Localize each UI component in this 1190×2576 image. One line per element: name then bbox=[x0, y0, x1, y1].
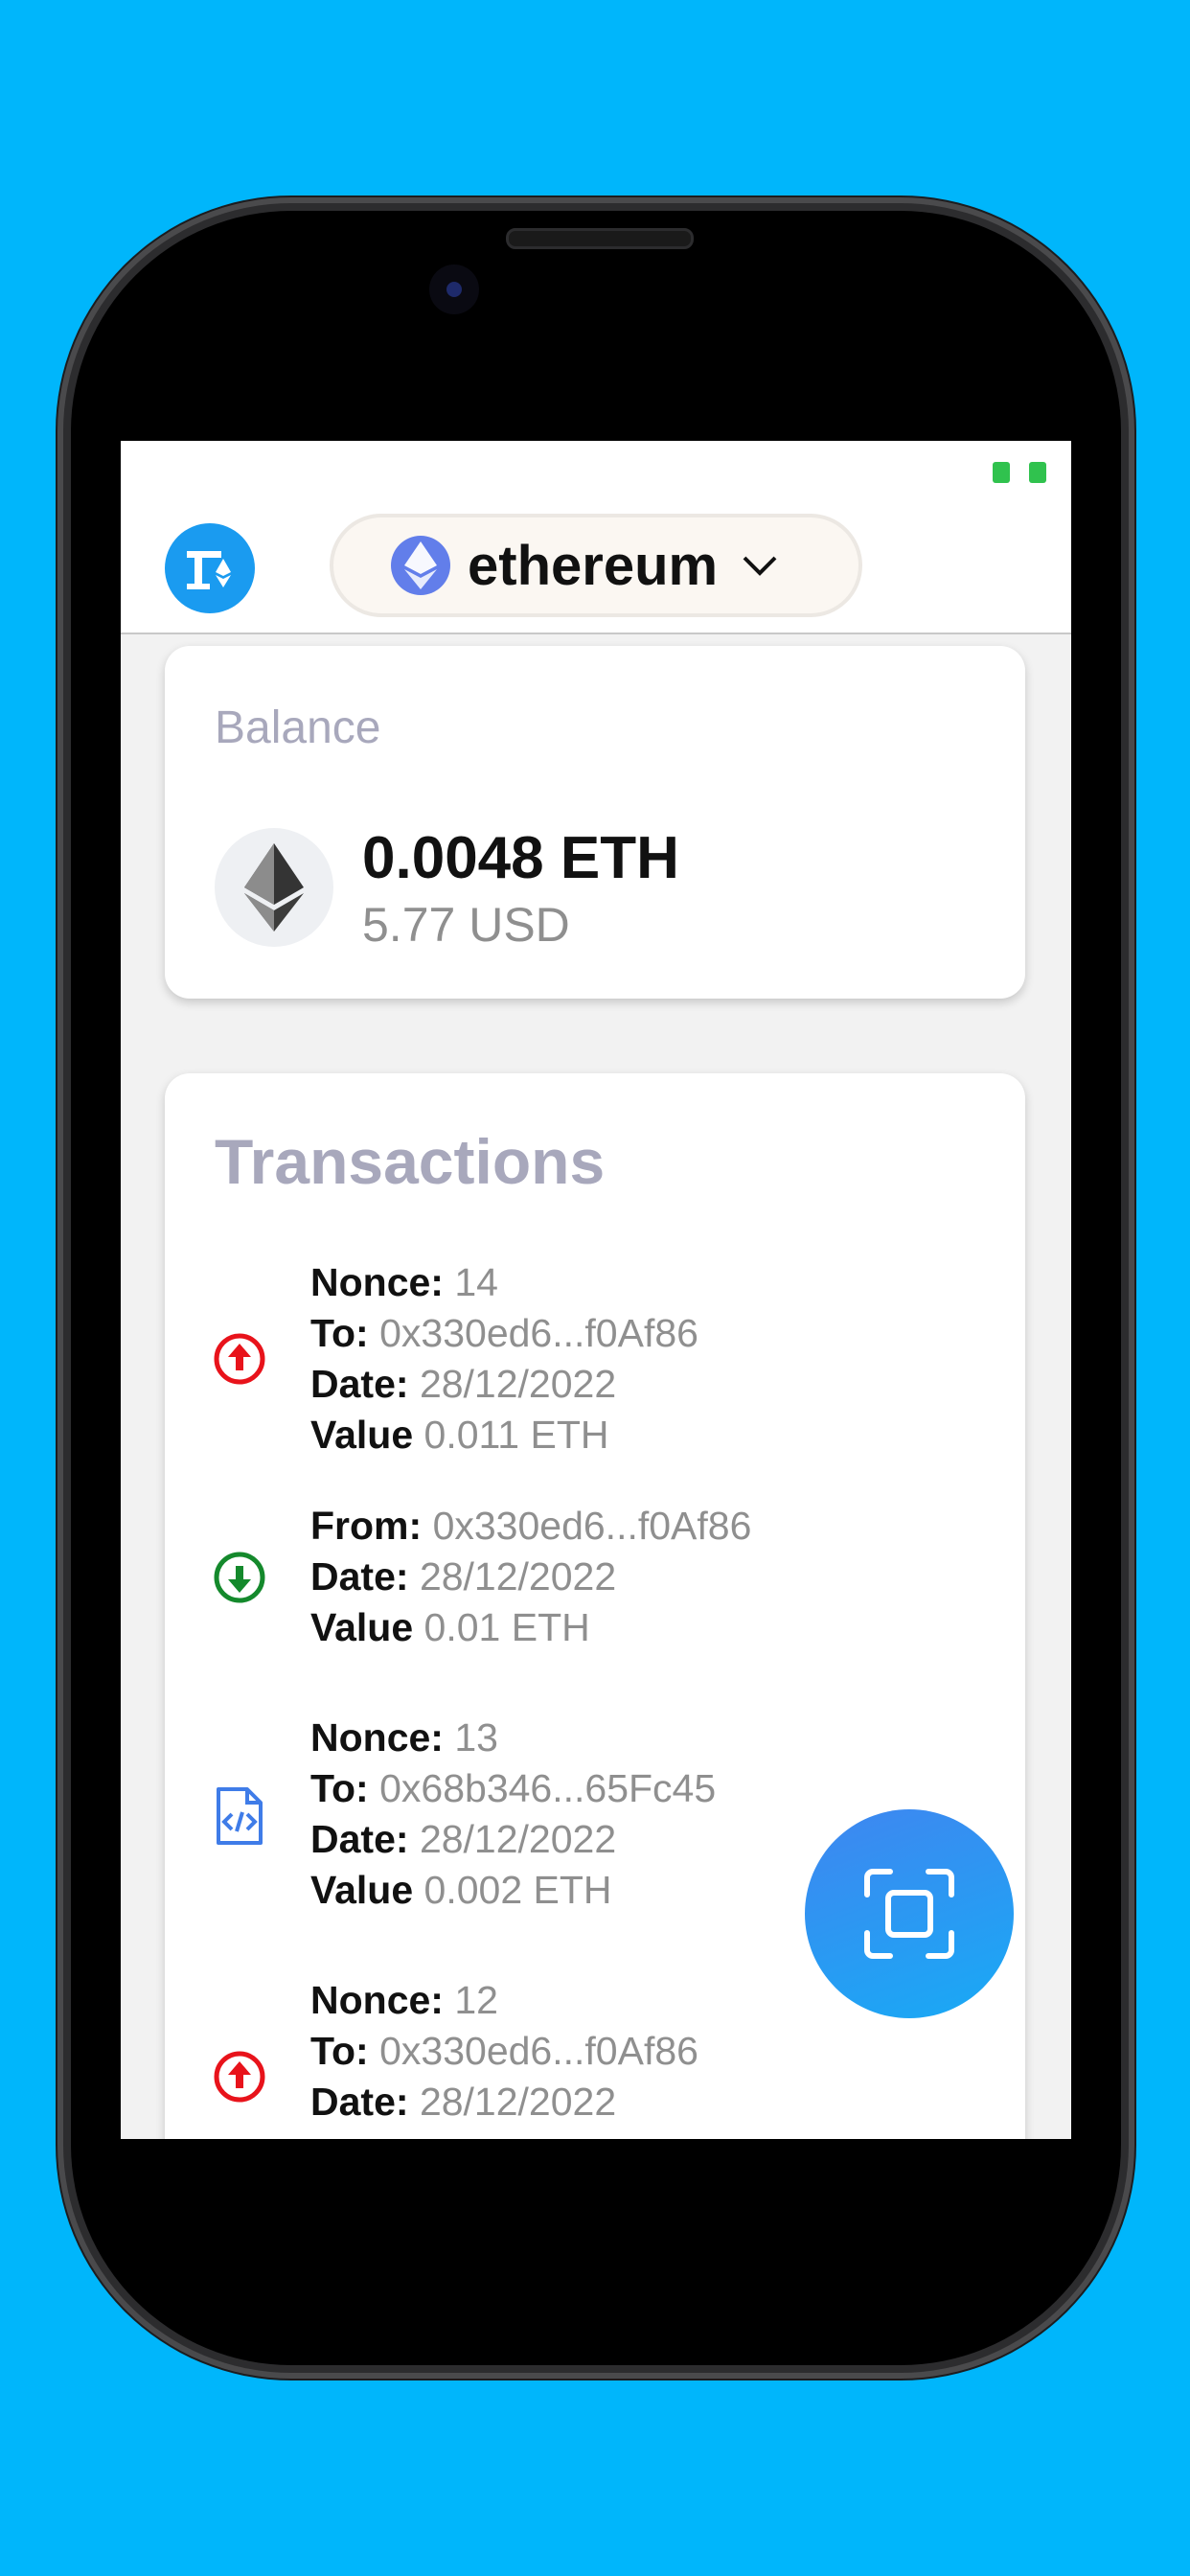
tx-field-label: Value bbox=[310, 1413, 414, 1457]
sent-arrow-up-icon bbox=[213, 1332, 266, 1386]
balance-fiat: 5.77 USD bbox=[362, 898, 570, 952]
scan-frame-icon bbox=[864, 1869, 954, 1959]
scan-qr-button[interactable] bbox=[805, 1809, 1014, 2018]
sent-arrow-up-icon bbox=[213, 2050, 266, 2104]
tx-field-value: 13 bbox=[454, 1715, 498, 1760]
tx-field-label: Value bbox=[310, 1868, 414, 1912]
balance-card: Balance 0.0048 ETH 5.77 USD bbox=[165, 646, 1025, 999]
tx-field-value: 0x330ed6...f0Af86 bbox=[379, 2029, 698, 2073]
balance-amount: 0.0048 ETH bbox=[362, 825, 679, 891]
tx-field-value: 0x68b346...65Fc45 bbox=[379, 1766, 717, 1810]
battery-icon bbox=[993, 460, 1046, 485]
tx-field-label: Date: bbox=[310, 1817, 409, 1861]
tx-field-label: Date: bbox=[310, 1554, 409, 1598]
ethereum-icon bbox=[391, 536, 450, 595]
tx-field-value: 0x330ed6...f0Af86 bbox=[379, 1311, 698, 1355]
tx-field-label: Nonce: bbox=[310, 1978, 444, 2022]
contract-code-icon bbox=[213, 1787, 266, 1845]
chevron-down-icon bbox=[743, 556, 777, 576]
tx-field-value: 0.002 ETH bbox=[423, 1868, 612, 1912]
balance-title: Balance bbox=[215, 702, 381, 753]
network-selector[interactable]: ethereum bbox=[330, 514, 862, 617]
tx-field-value: 28/12/2022 bbox=[419, 1554, 617, 1598]
speaker-grille bbox=[506, 228, 694, 249]
eth-coin-icon bbox=[215, 828, 333, 947]
tx-field-label: To: bbox=[310, 1311, 369, 1355]
tx-field-label: Value bbox=[310, 1605, 414, 1649]
tx-field-label: Nonce: bbox=[310, 1715, 444, 1760]
tx-field-label: Date: bbox=[310, 2080, 409, 2124]
tx-field-value: 28/12/2022 bbox=[419, 2080, 617, 2124]
network-label: ethereum bbox=[468, 534, 719, 597]
tx-field-label: To: bbox=[310, 2029, 369, 2073]
front-camera bbox=[429, 264, 479, 314]
tx-field-value: 12 bbox=[454, 1978, 498, 2022]
app-logo-button[interactable] bbox=[165, 523, 255, 613]
tx-field-value: 0.01 ETH bbox=[423, 1605, 590, 1649]
tx-field-value: 0.011 ETH bbox=[423, 1413, 609, 1457]
transaction-item[interactable]: Nonce: 14 To: 0x330ed6...f0Af86 Date: 28… bbox=[165, 1257, 1025, 1460]
received-arrow-down-icon bbox=[213, 1551, 266, 1604]
crane-logo-icon bbox=[187, 551, 231, 589]
app-header: ethereum bbox=[121, 441, 1071, 634]
tx-field-label: Date: bbox=[310, 1362, 409, 1406]
tx-field-value: 28/12/2022 bbox=[419, 1817, 617, 1861]
tx-field-label: Nonce: bbox=[310, 1260, 444, 1304]
transactions-title: Transactions bbox=[215, 1126, 606, 1197]
tx-field-value: 14 bbox=[454, 1260, 498, 1304]
tx-field-label: From: bbox=[310, 1504, 423, 1548]
app-screen: ethereum Balance 0.0048 ETH 5.77 USD Tra… bbox=[121, 441, 1071, 2139]
tx-field-label: To: bbox=[310, 1766, 369, 1810]
transaction-item[interactable]: From: 0x330ed6...f0Af86 Date: 28/12/2022… bbox=[165, 1501, 1025, 1654]
tx-field-value: 28/12/2022 bbox=[419, 1362, 617, 1406]
tx-field-value: 0x330ed6...f0Af86 bbox=[432, 1504, 752, 1548]
